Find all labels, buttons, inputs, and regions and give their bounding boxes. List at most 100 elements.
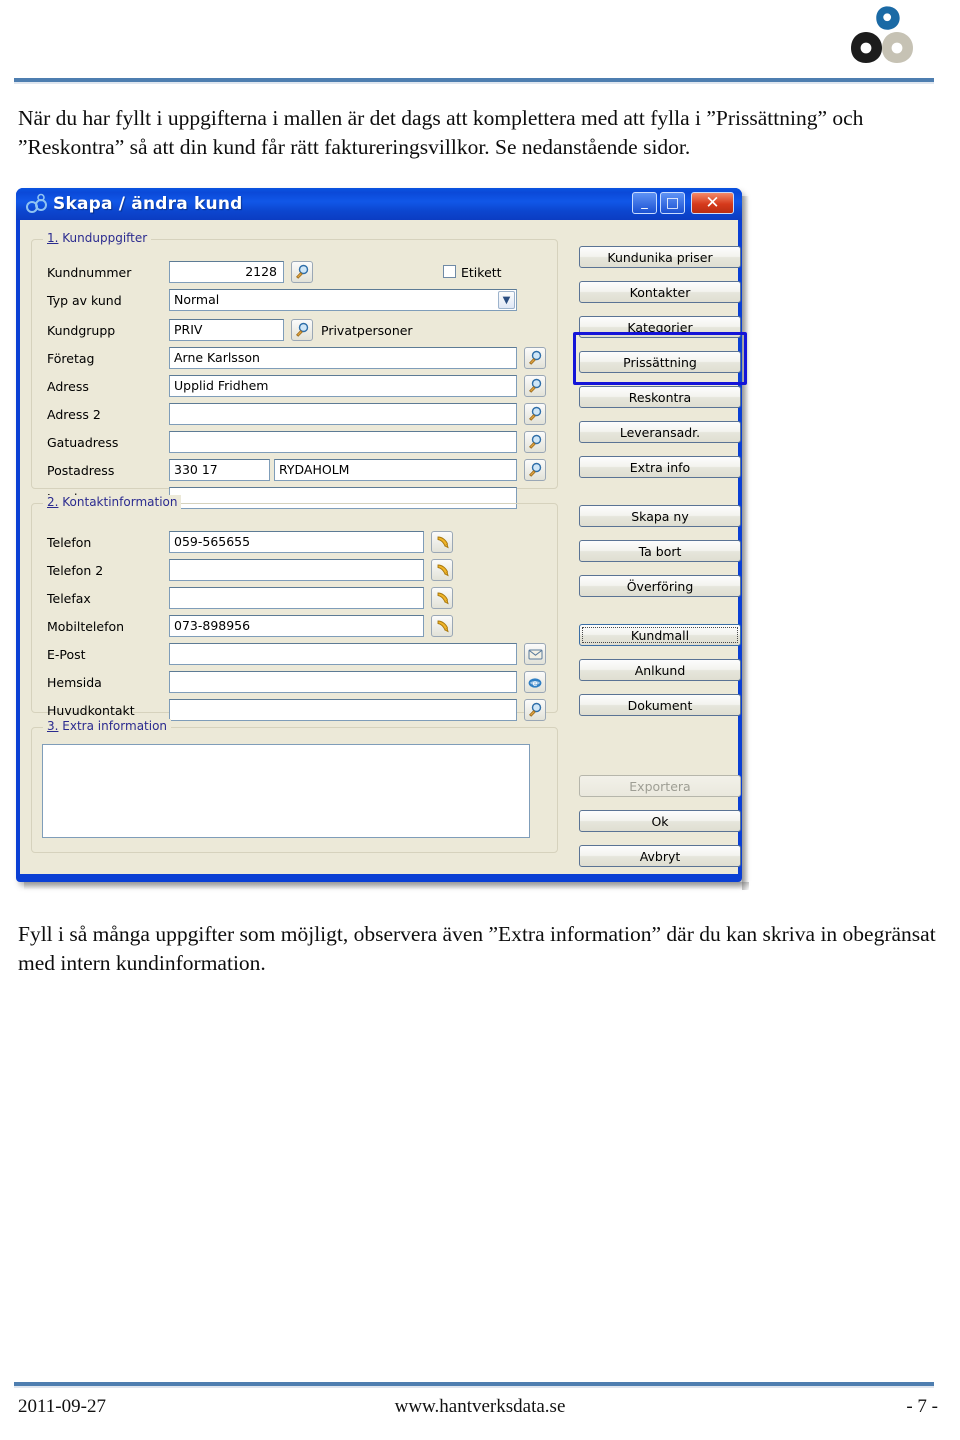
- input-adress2[interactable]: [169, 403, 517, 425]
- outro-paragraph: Fyll i så många uppgifter som möjligt, o…: [18, 922, 936, 975]
- label-typ-av-kund: Typ av kund: [47, 293, 122, 308]
- dial-telefax-button[interactable]: [431, 587, 453, 609]
- group1-label: Kunduppgifter: [62, 231, 148, 245]
- button-dokument[interactable]: Dokument: [579, 694, 741, 716]
- footer-divider-shadow: [14, 1386, 934, 1388]
- button-kontakter[interactable]: Kontakter: [579, 281, 741, 303]
- label-mobiltelefon: Mobiltelefon: [47, 619, 125, 634]
- button-overforing[interactable]: Överföring: [579, 575, 741, 597]
- magnifier-icon: [296, 322, 309, 337]
- input-telefon2[interactable]: [169, 559, 424, 581]
- customer-window-icon: [26, 193, 47, 213]
- group-extra-information: 3. Extra information: [31, 719, 558, 853]
- button-anlkund[interactable]: Anlkund: [579, 659, 741, 681]
- dialog-titlebar[interactable]: Skapa / ändra kund _ □ ✕: [16, 188, 742, 220]
- input-postnummer[interactable]: 330 17: [169, 459, 270, 481]
- label-adress: Adress: [47, 379, 89, 394]
- label-kundgrupp: Kundgrupp: [47, 323, 116, 338]
- highlight-prissattning-reskontra: [573, 332, 747, 385]
- focus-ring: [582, 627, 738, 643]
- header-divider-shadow: [14, 82, 934, 84]
- input-telefon[interactable]: 059-565655: [169, 531, 424, 553]
- input-foretag[interactable]: Arne Karlsson: [169, 347, 517, 369]
- intro-paragraph: När du har fyllt i uppgifterna i mallen …: [18, 106, 864, 159]
- button-skapa-ny[interactable]: Skapa ny: [579, 505, 741, 527]
- label-kundnummer: Kundnummer: [47, 265, 132, 280]
- textarea-extra-information[interactable]: [42, 744, 530, 838]
- button-extra-info[interactable]: Extra info: [579, 456, 741, 478]
- group-extra-information-title: 3. Extra information: [43, 719, 172, 733]
- dialog-shadow-bottom: [24, 882, 749, 890]
- button-kundunika-priser[interactable]: Kundunika priser: [579, 246, 741, 268]
- browser-globe-icon: e: [528, 678, 542, 688]
- magnifier-icon: [529, 462, 542, 477]
- lookup-gatuadress-button[interactable]: [524, 431, 546, 453]
- input-huvudkontakt[interactable]: [169, 699, 517, 721]
- envelope-icon: [528, 649, 542, 659]
- group2-number: 2.: [47, 495, 59, 509]
- label-foretag: Företag: [47, 351, 95, 366]
- magnifier-icon: [529, 434, 542, 449]
- footer-page-number: - 7 -: [906, 1396, 938, 1417]
- input-gatuadress[interactable]: [169, 431, 517, 453]
- lookup-huvudkontakt-button[interactable]: [524, 699, 546, 721]
- dialog-client-area: 1. Kunduppgifter Kundnummer 2128 Etikett…: [20, 220, 747, 875]
- maximize-button[interactable]: □: [660, 192, 685, 214]
- send-email-button[interactable]: [524, 643, 546, 665]
- hantverksdata-logo: [851, 6, 913, 63]
- magnifier-icon: [529, 702, 542, 717]
- button-exportera: Exportera: [579, 775, 741, 797]
- group-kontaktinformation-title: 2. Kontaktinformation: [43, 495, 182, 509]
- maximize-icon: □: [665, 195, 680, 211]
- input-adress[interactable]: Upplid Fridhem: [169, 375, 517, 397]
- label-huvudkontakt: Huvudkontakt: [47, 703, 135, 718]
- group-kunduppgifter-title: 1. Kunduppgifter: [43, 231, 152, 245]
- minimize-icon: _: [641, 195, 648, 210]
- chevron-down-icon[interactable]: ▼: [498, 291, 515, 309]
- input-telefax[interactable]: [169, 587, 424, 609]
- group1-number: 1.: [47, 231, 59, 245]
- text-kundgrupp-description: Privatpersoner: [321, 323, 413, 338]
- label-telefax: Telefax: [47, 591, 91, 606]
- action-button-column: Kundunika priser Kontakter Kategorier Pr…: [579, 221, 741, 875]
- label-telefon: Telefon: [47, 535, 92, 550]
- button-ta-bort[interactable]: Ta bort: [579, 540, 741, 562]
- label-adress2: Adress 2: [47, 407, 101, 422]
- input-postort[interactable]: RYDAHOLM: [274, 459, 517, 481]
- close-button[interactable]: ✕: [691, 192, 734, 214]
- checkbox-etikett[interactable]: [443, 265, 456, 278]
- phone-icon: [437, 536, 449, 548]
- lookup-adress2-button[interactable]: [524, 403, 546, 425]
- group3-label: Extra information: [62, 719, 168, 733]
- label-etikett: Etikett: [461, 265, 502, 280]
- input-mobiltelefon[interactable]: 073-898956: [169, 615, 424, 637]
- label-postadress: Postadress: [47, 463, 115, 478]
- label-epost: E-Post: [47, 647, 86, 662]
- minimize-button[interactable]: _: [632, 192, 657, 214]
- lookup-adress-button[interactable]: [524, 375, 546, 397]
- input-kundgrupp[interactable]: PRIV: [169, 319, 284, 341]
- input-epost[interactable]: [169, 643, 517, 665]
- dial-telefon-button[interactable]: [431, 531, 453, 553]
- magnifier-icon: [529, 406, 542, 421]
- select-typ-av-kund[interactable]: Normal: [169, 289, 517, 311]
- button-ok[interactable]: Ok: [579, 810, 741, 832]
- lookup-kundnummer-button[interactable]: [291, 261, 313, 283]
- close-icon: ✕: [705, 193, 720, 213]
- footer-url: www.hantverksdata.se: [394, 1396, 566, 1417]
- label-hemsida: Hemsida: [47, 675, 102, 690]
- dialog-shadow-right: [742, 196, 749, 890]
- lookup-kundgrupp-button[interactable]: [291, 319, 313, 341]
- lookup-postadress-button[interactable]: [524, 459, 546, 481]
- button-kundmall[interactable]: Kundmall: [579, 624, 741, 646]
- dial-mobiltelefon-button[interactable]: [431, 615, 453, 637]
- input-kundnummer[interactable]: 2128: [169, 261, 284, 283]
- lookup-foretag-button[interactable]: [524, 347, 546, 369]
- button-avbryt[interactable]: Avbryt: [579, 845, 741, 867]
- dial-telefon2-button[interactable]: [431, 559, 453, 581]
- button-reskontra[interactable]: Reskontra: [579, 386, 741, 408]
- dialog-title: Skapa / ändra kund: [53, 194, 243, 214]
- input-hemsida[interactable]: [169, 671, 517, 693]
- button-leveransadr[interactable]: Leveransadr.: [579, 421, 741, 443]
- open-website-button[interactable]: e: [524, 671, 546, 693]
